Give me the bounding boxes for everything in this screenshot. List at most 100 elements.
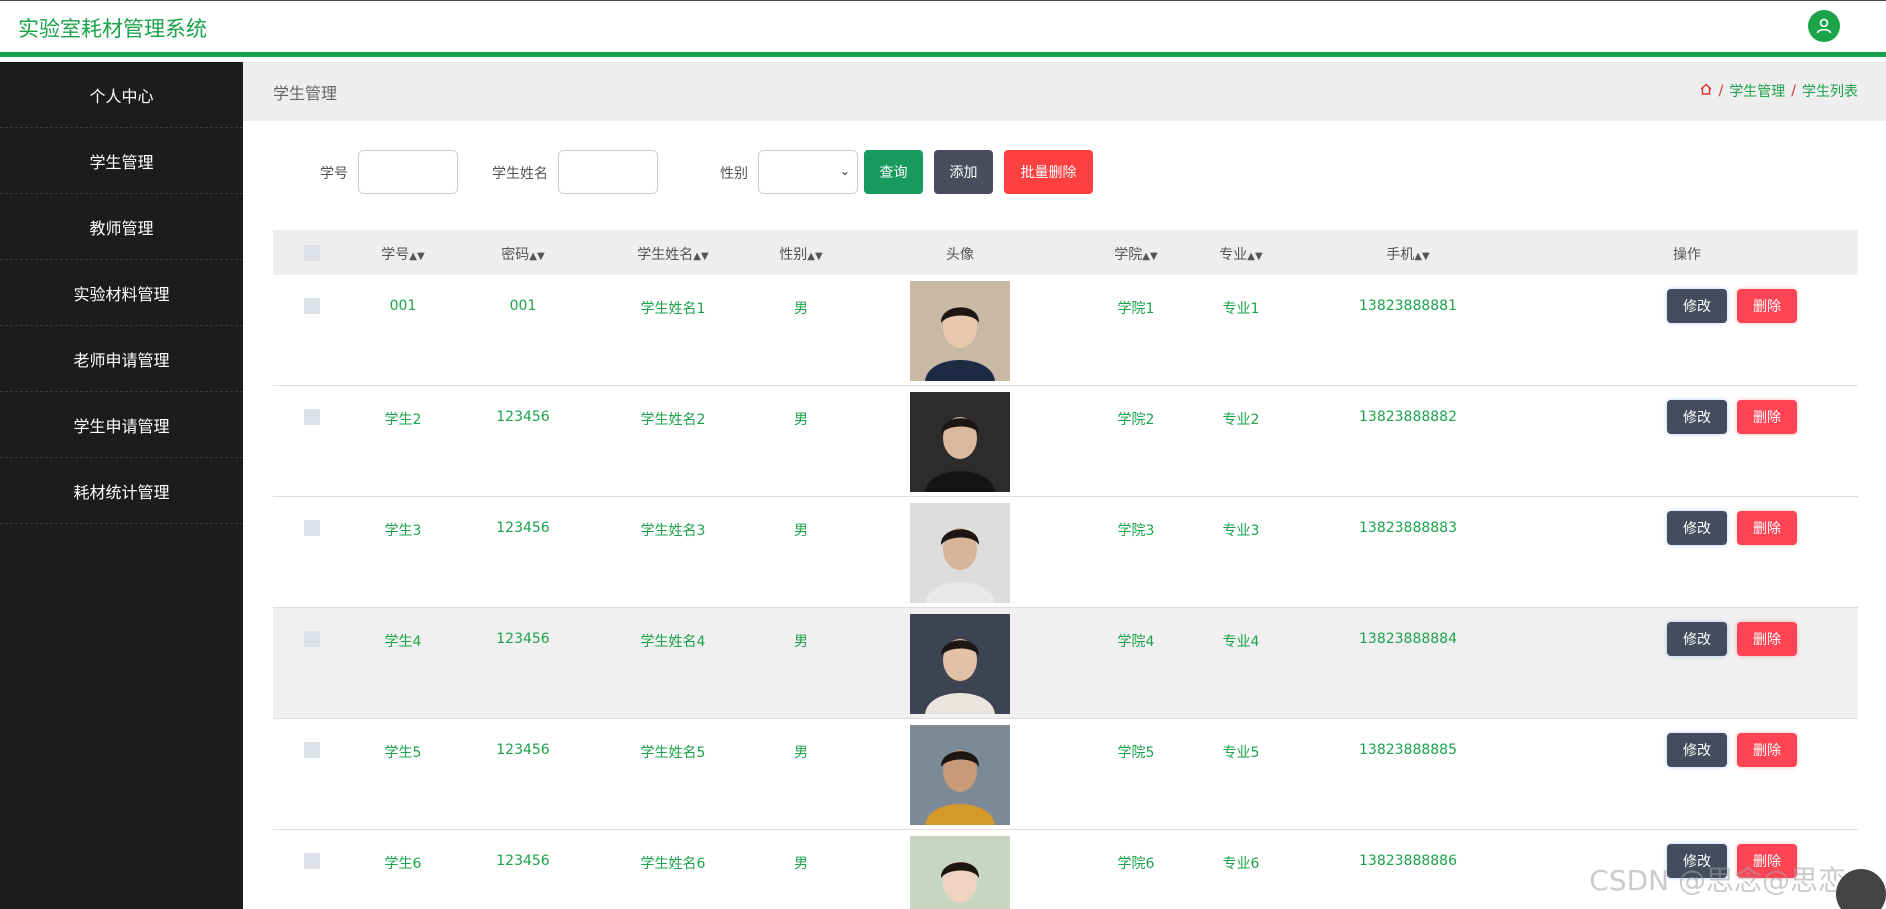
sort-icon: ▲▼ — [529, 251, 545, 262]
cell-gender: 男 — [794, 523, 808, 539]
add-button[interactable]: 添加 — [934, 150, 993, 194]
cell-phone: 13823888886 — [1359, 853, 1457, 869]
cell-major: 专业5 — [1222, 745, 1260, 761]
cell-major: 专业3 — [1222, 523, 1260, 539]
column-header-actions: 操作 — [1673, 247, 1701, 263]
cell-college: 学院2 — [1117, 412, 1155, 428]
user-icon[interactable] — [1808, 10, 1840, 42]
sidebar-item-teacher-management[interactable]: 教师管理 — [0, 194, 243, 260]
edit-button[interactable]: 修改 — [1667, 733, 1727, 767]
cell-password: 001 — [509, 298, 537, 314]
app-title: 实验室耗材管理系统 — [18, 17, 207, 41]
cell-major: 专业1 — [1222, 301, 1260, 317]
student-table: 学号▲▼ 密码▲▼ 学生姓名▲▼ 性别▲▼ 头像 学院▲▼ 专业▲▼ 手机▲▼ … — [273, 230, 1858, 909]
cell-id: 学生6 — [384, 856, 422, 872]
sidebar-item-personal-center[interactable]: 个人中心 — [0, 62, 243, 128]
edit-button[interactable]: 修改 — [1667, 289, 1727, 323]
cell-gender: 男 — [794, 745, 808, 761]
cell-id: 学生4 — [384, 634, 422, 650]
scroll-top-button[interactable] — [1836, 869, 1886, 909]
cell-gender: 男 — [794, 634, 808, 650]
row-actions: 修改 删除 — [1667, 289, 1797, 323]
sidebar-item-label: 老师申请管理 — [73, 350, 170, 370]
sidebar-item-label: 耗材统计管理 — [73, 482, 170, 502]
cell-name: 学生姓名3 — [640, 523, 706, 539]
sidebar: 个人中心 学生管理 教师管理 实验材料管理 老师申请管理 学生申请管理 耗材统计… — [0, 62, 243, 909]
delete-button[interactable]: 删除 — [1737, 289, 1797, 323]
sidebar-item-student-management[interactable]: 学生管理 — [0, 128, 243, 194]
row-actions: 修改 删除 — [1667, 400, 1797, 434]
student-id-input[interactable] — [358, 150, 458, 194]
bulk-delete-button[interactable]: 批量删除 — [1004, 150, 1093, 194]
query-button[interactable]: 查询 — [864, 150, 923, 194]
avatar — [910, 392, 1010, 492]
avatar — [910, 281, 1010, 381]
row-checkbox[interactable] — [304, 298, 320, 314]
column-header-gender[interactable]: 性别▲▼ — [779, 244, 822, 264]
gender-label: 性别 — [720, 166, 748, 182]
sidebar-item-student-application[interactable]: 学生申请管理 — [0, 392, 243, 458]
cell-password: 123456 — [496, 631, 550, 647]
cell-password: 123456 — [496, 853, 550, 869]
page-title: 学生管理 — [273, 84, 338, 103]
header-accent-line — [0, 52, 1886, 57]
sidebar-item-teacher-application[interactable]: 老师申请管理 — [0, 326, 243, 392]
row-checkbox[interactable] — [304, 520, 320, 536]
row-actions: 修改 删除 — [1667, 622, 1797, 656]
cell-college: 学院1 — [1117, 301, 1155, 317]
avatar — [910, 503, 1010, 603]
edit-button[interactable]: 修改 — [1667, 511, 1727, 545]
column-header-phone[interactable]: 手机▲▼ — [1386, 244, 1429, 264]
column-header-id[interactable]: 学号▲▼ — [381, 244, 424, 264]
row-checkbox[interactable] — [304, 853, 320, 869]
cell-gender: 男 — [794, 412, 808, 428]
cell-id: 学生5 — [384, 745, 422, 761]
delete-button[interactable]: 删除 — [1737, 622, 1797, 656]
delete-button[interactable]: 删除 — [1737, 733, 1797, 767]
row-checkbox[interactable] — [304, 631, 320, 647]
student-name-input[interactable] — [558, 150, 658, 194]
top-header: 实验室耗材管理系统 — [0, 0, 1886, 57]
gender-select[interactable]: ⌄ — [758, 150, 858, 194]
breadcrumb-level1[interactable]: 学生管理 — [1729, 81, 1785, 101]
cell-password: 123456 — [496, 409, 550, 425]
column-header-major[interactable]: 专业▲▼ — [1219, 244, 1262, 264]
column-header-password[interactable]: 密码▲▼ — [501, 244, 544, 264]
row-checkbox[interactable] — [304, 409, 320, 425]
cell-id: 学生2 — [384, 412, 422, 428]
avatar — [910, 836, 1010, 909]
sidebar-item-label: 学生管理 — [89, 152, 154, 172]
sort-icon: ▲▼ — [1142, 251, 1158, 262]
search-bar: 学号 学生姓名 性别 ⌄ 查询 添加 批量删除 — [243, 149, 1886, 195]
cell-phone: 13823888883 — [1359, 520, 1457, 536]
column-header-name[interactable]: 学生姓名▲▼ — [637, 244, 708, 264]
avatar — [910, 614, 1010, 714]
main-content: 学生管理 / 学生管理 / 学生列表 学号 学生姓名 性别 ⌄ 查询 添加 批量… — [243, 62, 1886, 909]
cell-phone: 13823888885 — [1359, 742, 1457, 758]
student-name-label: 学生姓名 — [492, 166, 548, 182]
table-row: 001 001 学生姓名1 男 学院1 专业1 13823888881 修改 删除 — [273, 275, 1858, 386]
column-header-college[interactable]: 学院▲▼ — [1114, 244, 1157, 264]
breadcrumb-level2: 学生列表 — [1802, 84, 1858, 100]
breadcrumb-bar: 学生管理 / 学生管理 / 学生列表 — [243, 62, 1886, 121]
delete-button[interactable]: 删除 — [1737, 511, 1797, 545]
cell-name: 学生姓名6 — [640, 856, 706, 872]
home-icon[interactable] — [1699, 82, 1713, 100]
select-all-checkbox[interactable] — [304, 245, 320, 261]
avatar — [910, 725, 1010, 825]
edit-button[interactable]: 修改 — [1667, 622, 1727, 656]
table-row: 学生4 123456 学生姓名4 男 学院4 专业4 13823888884 修改 删除 — [273, 608, 1858, 719]
sort-icon: ▲▼ — [807, 251, 823, 262]
row-checkbox[interactable] — [304, 742, 320, 758]
sidebar-item-material-management[interactable]: 实验材料管理 — [0, 260, 243, 326]
cell-id: 学生3 — [384, 523, 422, 539]
cell-phone: 13823888882 — [1359, 409, 1457, 425]
cell-phone: 13823888881 — [1359, 298, 1457, 314]
delete-button[interactable]: 删除 — [1737, 400, 1797, 434]
cell-name: 学生姓名2 — [640, 412, 706, 428]
sort-icon: ▲▼ — [693, 251, 709, 262]
sidebar-item-consumable-stats[interactable]: 耗材统计管理 — [0, 458, 243, 524]
sidebar-item-label: 实验材料管理 — [73, 284, 170, 304]
edit-button[interactable]: 修改 — [1667, 400, 1727, 434]
cell-college: 学院3 — [1117, 523, 1155, 539]
